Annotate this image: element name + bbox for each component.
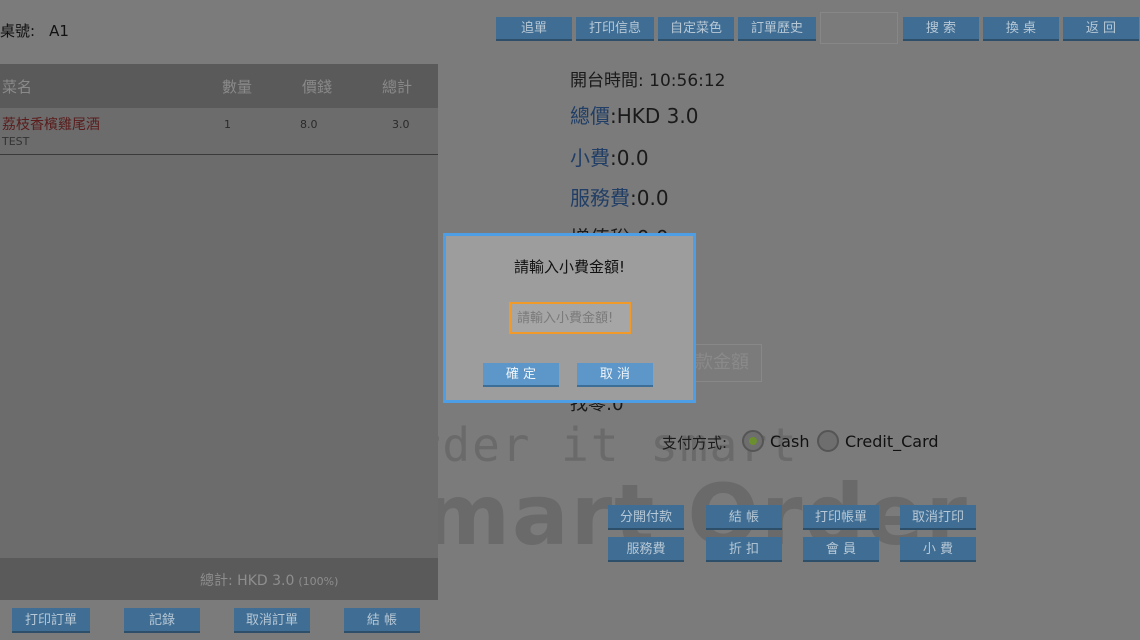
cancel-print-button[interactable]: 取消打印 bbox=[900, 505, 976, 530]
payment-cash-label[interactable]: Cash bbox=[770, 432, 809, 451]
total-price-label: 總價 bbox=[570, 104, 610, 128]
order-total-label: 總計: bbox=[200, 573, 233, 589]
item-note: TEST bbox=[2, 135, 30, 148]
total-price: 總價:HKD 3.0 bbox=[570, 100, 698, 129]
order-panel: 菜名 數量 價錢 總計 荔枝香檳雞尾酒 TEST 1 8.0 3.0 總計: H… bbox=[0, 64, 438, 600]
cancel-button[interactable]: 取 消 bbox=[577, 363, 653, 387]
item-qty: 1 bbox=[224, 118, 231, 131]
tip-amount-dialog: 請輸入小費金額! 確 定 取 消 bbox=[443, 233, 696, 403]
item-price: 8.0 bbox=[300, 118, 318, 131]
split-payment-button[interactable]: 分開付款 bbox=[608, 505, 684, 530]
checkout-button[interactable]: 結 帳 bbox=[344, 608, 420, 633]
record-button[interactable]: 記錄 bbox=[124, 608, 200, 633]
payment-cash-radio[interactable] bbox=[742, 430, 764, 452]
follow-up-order-button[interactable]: 追單 bbox=[496, 17, 572, 41]
service-fee-button[interactable]: 服務費 bbox=[608, 537, 684, 562]
column-header-total: 總計 bbox=[382, 78, 413, 96]
member-button[interactable]: 會 員 bbox=[803, 537, 879, 562]
column-header-name: 菜名 bbox=[2, 78, 33, 96]
search-input[interactable] bbox=[820, 12, 898, 44]
table-number-value: A1 bbox=[49, 22, 69, 40]
print-order-button[interactable]: 打印訂單 bbox=[12, 608, 90, 633]
print-info-button[interactable]: 打印信息 bbox=[576, 17, 654, 41]
tip-label: 小費 bbox=[570, 146, 610, 170]
column-header-price: 價錢 bbox=[302, 78, 333, 96]
payment-method-label: 支付方式: bbox=[662, 434, 728, 452]
service-charge-value: :0.0 bbox=[630, 186, 669, 210]
service-charge-label: 服務費 bbox=[570, 186, 630, 210]
table-number: 桌號: A1 bbox=[0, 20, 69, 41]
payment-credit-card-label[interactable]: Credit_Card bbox=[845, 432, 939, 451]
open-time-value: 10:56:12 bbox=[649, 71, 726, 91]
paid-amount-field[interactable]: 款金額 bbox=[690, 344, 762, 382]
tip-value: :0.0 bbox=[610, 146, 649, 170]
back-button[interactable]: 返 回 bbox=[1063, 17, 1139, 41]
confirm-button[interactable]: 確 定 bbox=[483, 363, 559, 387]
watermark-tagline: Order it smart bbox=[383, 418, 799, 472]
order-total-value: HKD 3.0 bbox=[237, 573, 295, 589]
open-time-label: 開台時間: bbox=[570, 71, 644, 91]
item-name: 荔枝香檳雞尾酒 bbox=[2, 117, 100, 133]
settle-button[interactable]: 結 帳 bbox=[706, 505, 782, 530]
table-number-label: 桌號: bbox=[0, 22, 36, 40]
discount-button[interactable]: 折 扣 bbox=[706, 537, 782, 562]
column-header-qty: 數量 bbox=[222, 78, 253, 96]
search-button[interactable]: 搜 索 bbox=[903, 17, 979, 41]
order-history-button[interactable]: 訂單歷史 bbox=[738, 17, 816, 41]
tip-button[interactable]: 小 費 bbox=[900, 537, 976, 562]
open-time: 開台時間: 10:56:12 bbox=[570, 66, 726, 91]
print-bill-button[interactable]: 打印帳單 bbox=[803, 505, 879, 530]
dialog-title: 請輸入小費金額! bbox=[513, 258, 625, 276]
service-charge: 服務費:0.0 bbox=[570, 182, 669, 211]
change-table-button[interactable]: 換 桌 bbox=[983, 17, 1059, 41]
payment-credit-card-radio[interactable] bbox=[817, 430, 839, 452]
custom-dish-button[interactable]: 自定菜色 bbox=[658, 17, 734, 41]
tip: 小費:0.0 bbox=[570, 142, 649, 171]
cancel-order-button[interactable]: 取消訂單 bbox=[234, 608, 310, 633]
item-total: 3.0 bbox=[392, 118, 410, 131]
order-total-bar: 總計: HKD 3.0 (100%) bbox=[0, 558, 438, 600]
order-table-header: 菜名 數量 價錢 總計 bbox=[0, 64, 438, 108]
order-total-percent: (100%) bbox=[298, 575, 339, 588]
total-price-value: :HKD 3.0 bbox=[610, 104, 699, 128]
tip-amount-input[interactable] bbox=[509, 302, 631, 334]
order-total: 總計: HKD 3.0 (100%) bbox=[200, 570, 338, 590]
table-row[interactable]: 荔枝香檳雞尾酒 TEST 1 8.0 3.0 bbox=[0, 108, 438, 155]
